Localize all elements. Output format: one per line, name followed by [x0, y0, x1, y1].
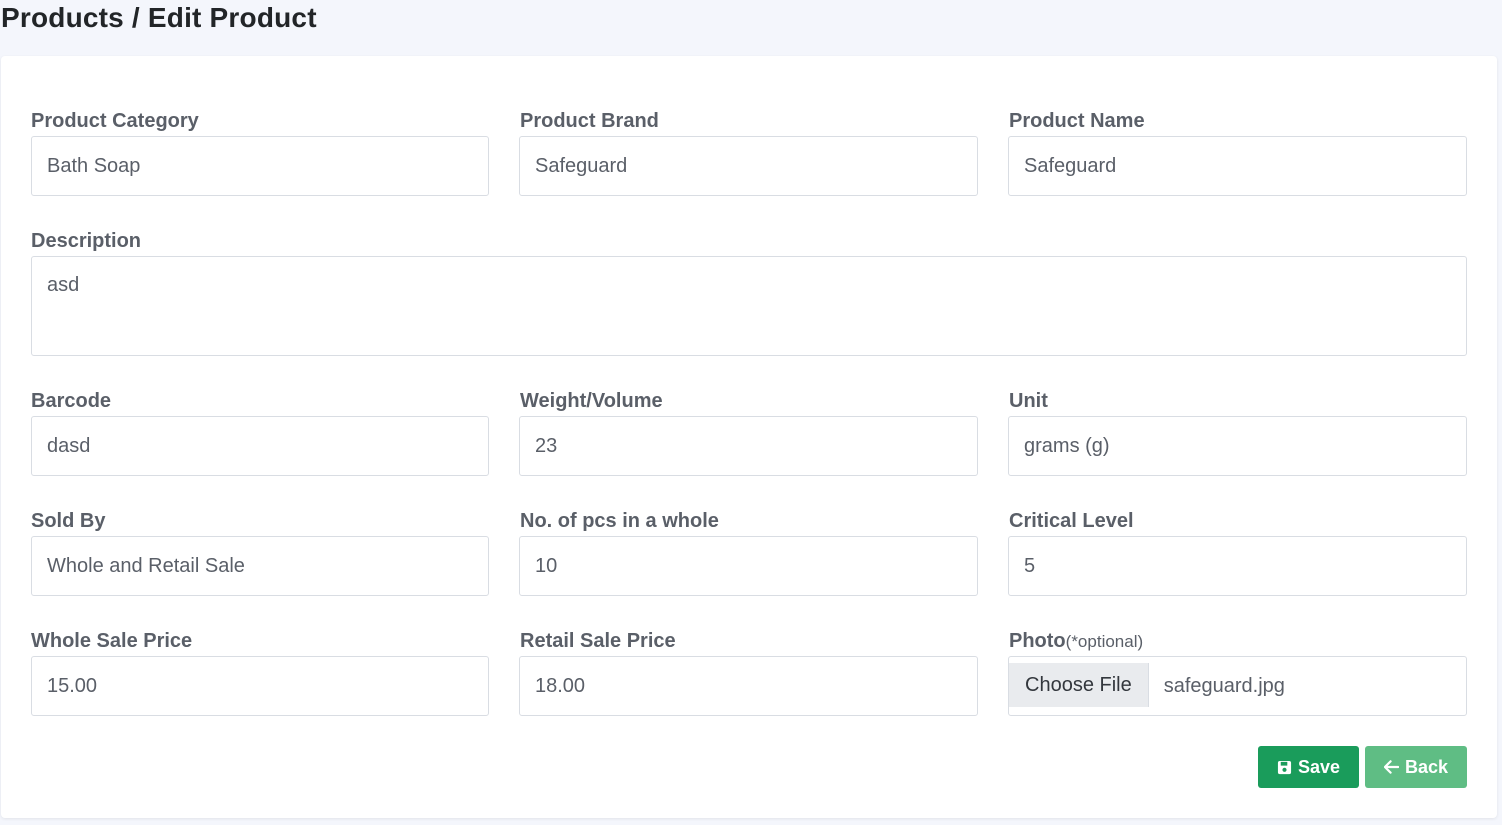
barcode-label: Barcode [31, 390, 112, 412]
product-name-input[interactable]: Safeguard [1008, 136, 1467, 196]
back-button[interactable]: Back [1365, 746, 1467, 788]
product-brand-select[interactable]: Safeguard [519, 136, 978, 196]
pcs-in-whole-label: No. of pcs in a whole [520, 510, 719, 532]
whole-sale-price-input[interactable]: 15.00 [31, 656, 489, 716]
product-category-select[interactable]: Bath Soap [31, 136, 489, 196]
photo-label: Photo(*optional) [1009, 629, 1143, 654]
pcs-in-whole-input[interactable]: 10 [519, 536, 978, 596]
save-button-label: Save [1297, 756, 1341, 777]
save-button[interactable]: Save [1258, 746, 1359, 788]
barcode-input[interactable]: dasd [31, 416, 489, 476]
product-category-label: Product Category [31, 110, 199, 132]
photo-file-input[interactable]: Choose File safeguard.jpg [1008, 656, 1467, 716]
weight-volume-input[interactable]: 23 [519, 416, 978, 476]
edit-product-card: Product Category Bath Soap Product Brand… [1, 56, 1497, 818]
page-title: Products / Edit Product [1, 2, 317, 33]
weight-volume-label: Weight/Volume [520, 390, 663, 412]
unit-select[interactable]: grams (g) [1008, 416, 1467, 476]
description-label: Description [31, 230, 142, 252]
choose-file-button[interactable]: Choose File [1009, 663, 1149, 707]
critical-level-label: Critical Level [1009, 510, 1134, 532]
product-brand-label: Product Brand [520, 110, 659, 132]
critical-level-input[interactable]: 5 [1008, 536, 1467, 596]
product-name-label: Product Name [1009, 110, 1145, 132]
sold-by-label: Sold By [31, 510, 106, 532]
arrow-left-icon [1383, 760, 1399, 774]
photo-label-text: Photo [1009, 630, 1066, 652]
retail-sale-price-label: Retail Sale Price [520, 630, 676, 652]
back-button-label: Back [1404, 756, 1449, 777]
photo-optional-note: (*optional) [1065, 632, 1144, 651]
retail-sale-price-input[interactable]: 18.00 [519, 656, 978, 716]
sold-by-select[interactable]: Whole and Retail Sale [31, 536, 489, 596]
unit-label: Unit [1009, 390, 1048, 412]
description-textarea[interactable]: asd [31, 256, 1467, 356]
whole-sale-price-label: Whole Sale Price [31, 630, 193, 652]
floppy-disk-icon [1277, 760, 1292, 774]
selected-file-name: safeguard.jpg [1163, 674, 1285, 697]
